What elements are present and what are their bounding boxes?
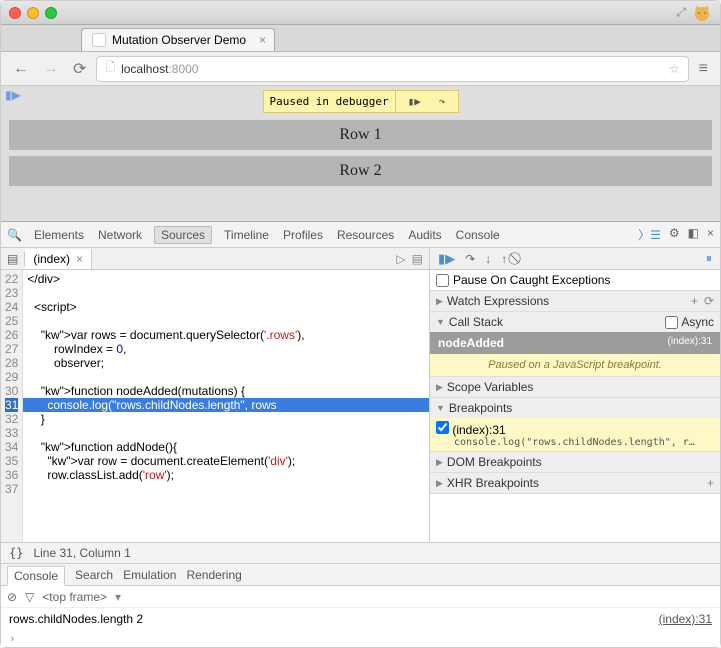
overlay-resume-button[interactable]: ▮▶ bbox=[402, 93, 427, 110]
watch-expressions-header[interactable]: ▶Watch Expressions+⟳ bbox=[430, 291, 720, 311]
extension-icon[interactable] bbox=[692, 3, 712, 23]
add-xhr-bp-icon[interactable]: + bbox=[707, 476, 714, 490]
dock-icon[interactable]: ◧ bbox=[688, 226, 699, 243]
drawer-tab-console[interactable]: Console bbox=[7, 566, 65, 586]
filter-icon[interactable]: ▽ bbox=[25, 590, 34, 604]
content-row: Row 2 bbox=[9, 156, 712, 186]
fullscreen-icon[interactable]: ⤢ bbox=[676, 5, 686, 20]
step-out-button[interactable]: ↑ bbox=[501, 252, 507, 266]
page-viewport: ▮▶ Paused in debugger ▮▶ ↷ Row 1 Row 2 bbox=[1, 86, 720, 221]
toggle-drawer-icon[interactable]: 〉☰ bbox=[638, 226, 661, 243]
close-window-button[interactable] bbox=[9, 7, 21, 19]
favicon-icon bbox=[92, 33, 106, 47]
drawer-tabs: Console Search Emulation Rendering bbox=[1, 564, 720, 586]
drawer-tab-search[interactable]: Search bbox=[75, 568, 113, 582]
call-stack-header[interactable]: ▼Call StackAsync bbox=[430, 312, 720, 332]
console-message: rows.childNodes.length 2 bbox=[9, 612, 143, 626]
settings-gear-icon[interactable]: ⚙ bbox=[669, 226, 680, 243]
add-watch-icon[interactable]: + bbox=[691, 294, 698, 308]
dom-breakpoints-header[interactable]: ▶DOM Breakpoints bbox=[430, 452, 720, 472]
tab-network[interactable]: Network bbox=[96, 228, 144, 242]
browser-tab[interactable]: Mutation Observer Demo × bbox=[81, 28, 275, 51]
close-tab-icon[interactable]: × bbox=[259, 33, 266, 47]
menu-button[interactable]: ≡ bbox=[695, 58, 712, 80]
content-row: Row 1 bbox=[9, 120, 712, 150]
tab-sources[interactable]: Sources bbox=[154, 226, 212, 244]
step-into-button[interactable]: ↓ bbox=[485, 252, 491, 266]
file-tab-name: (index) bbox=[33, 252, 70, 266]
tab-elements[interactable]: Elements bbox=[32, 228, 86, 242]
browser-tab-strip: Mutation Observer Demo × bbox=[1, 25, 720, 52]
callstack-frame[interactable]: nodeAdded(index):31 bbox=[430, 332, 720, 354]
file-tab[interactable]: (index) × bbox=[25, 249, 92, 269]
editor-status-bar: {} Line 31, Column 1 bbox=[1, 542, 720, 564]
drawer-tab-emulation[interactable]: Emulation bbox=[123, 568, 176, 582]
sources-editor-pane: ▤ (index) × ▷ ▤ 222324252627282930313233… bbox=[1, 248, 430, 542]
step-over-button[interactable]: ↷ bbox=[465, 252, 475, 266]
tab-title: Mutation Observer Demo bbox=[112, 33, 246, 47]
resume-button[interactable]: ▮▶ bbox=[438, 251, 455, 267]
drawer-tab-rendering[interactable]: Rendering bbox=[186, 568, 241, 582]
close-file-icon[interactable]: × bbox=[76, 252, 83, 266]
traffic-lights bbox=[9, 7, 57, 19]
debugger-paused-banner: Paused in debugger ▮▶ ↷ bbox=[262, 90, 458, 113]
bookmark-star-icon[interactable]: ☆ bbox=[669, 62, 680, 76]
pause-reason-message: Paused on a JavaScript breakpoint. bbox=[430, 354, 720, 376]
console-output-row: rows.childNodes.length 2 (index):31 bbox=[1, 608, 720, 630]
console-prompt[interactable]: › bbox=[1, 630, 720, 647]
context-selector[interactable]: <top frame> bbox=[42, 590, 107, 604]
devtools-tabs: 🔍 Elements Network Sources Timeline Prof… bbox=[1, 222, 720, 248]
tab-console[interactable]: Console bbox=[454, 228, 502, 242]
paused-label: Paused in debugger bbox=[263, 93, 394, 110]
forward-button[interactable]: → bbox=[39, 58, 63, 80]
console-toolbar: ⊘ ▽ <top frame>▾ bbox=[1, 586, 720, 608]
tab-resources[interactable]: Resources bbox=[335, 228, 396, 242]
refresh-watch-icon[interactable]: ⟳ bbox=[704, 294, 714, 308]
page-icon: 🗋 bbox=[105, 58, 115, 79]
inspect-icon[interactable]: 🔍 bbox=[7, 228, 22, 242]
clear-console-icon[interactable]: ⊘ bbox=[7, 590, 17, 604]
tab-profiles[interactable]: Profiles bbox=[281, 228, 325, 242]
console-source-link[interactable]: (index):31 bbox=[659, 612, 712, 626]
address-input[interactable]: 🗋 localhost:8000 ☆ bbox=[96, 56, 688, 82]
more-tabs-icon[interactable]: ▤ bbox=[412, 252, 423, 266]
pause-caught-exceptions-row[interactable]: Pause On Caught Exceptions bbox=[430, 270, 720, 291]
resume-overlay-icon[interactable]: ▮▶ bbox=[5, 88, 21, 102]
close-devtools-icon[interactable]: × bbox=[707, 226, 714, 243]
breakpoint-item[interactable]: (index):31 console.log("rows.childNodes.… bbox=[430, 418, 720, 451]
breakpoint-checkbox[interactable] bbox=[436, 421, 449, 434]
window-titlebar: ⤢ bbox=[1, 1, 720, 25]
pretty-print-icon[interactable]: {} bbox=[9, 546, 23, 560]
url-host: localhost bbox=[121, 62, 168, 76]
pause-caught-exceptions-checkbox[interactable] bbox=[436, 274, 449, 287]
breakpoints-header[interactable]: ▼Breakpoints bbox=[430, 398, 720, 418]
scope-variables-header[interactable]: ▶Scope Variables bbox=[430, 377, 720, 397]
overlay-step-button[interactable]: ↷ bbox=[433, 93, 452, 110]
minimize-window-button[interactable] bbox=[27, 7, 39, 19]
zoom-window-button[interactable] bbox=[45, 7, 57, 19]
history-icon[interactable]: ▷ bbox=[396, 252, 405, 266]
tab-audits[interactable]: Audits bbox=[406, 228, 443, 242]
cursor-position: Line 31, Column 1 bbox=[33, 546, 130, 560]
pause-exceptions-button[interactable]: ⏸ bbox=[706, 251, 712, 266]
reload-button[interactable]: ⟳ bbox=[69, 57, 90, 81]
tab-timeline[interactable]: Timeline bbox=[222, 228, 271, 242]
xhr-breakpoints-header[interactable]: ▶XHR Breakpoints+ bbox=[430, 473, 720, 493]
back-button[interactable]: ← bbox=[9, 58, 33, 80]
show-navigator-icon[interactable]: ▤ bbox=[1, 252, 25, 266]
url-bar: ← → ⟳ 🗋 localhost:8000 ☆ ≡ bbox=[1, 52, 720, 86]
devtools-panel: 🔍 Elements Network Sources Timeline Prof… bbox=[1, 221, 720, 647]
debugger-sidebar: ▮▶ ↷ ↓ ↑ ⃠ ⏸ Pause On Caught Exceptions … bbox=[430, 248, 720, 542]
url-port: :8000 bbox=[168, 62, 198, 76]
code-editor[interactable]: 22232425262728293031323334353637 </div> … bbox=[1, 270, 429, 542]
async-checkbox[interactable] bbox=[665, 316, 678, 329]
